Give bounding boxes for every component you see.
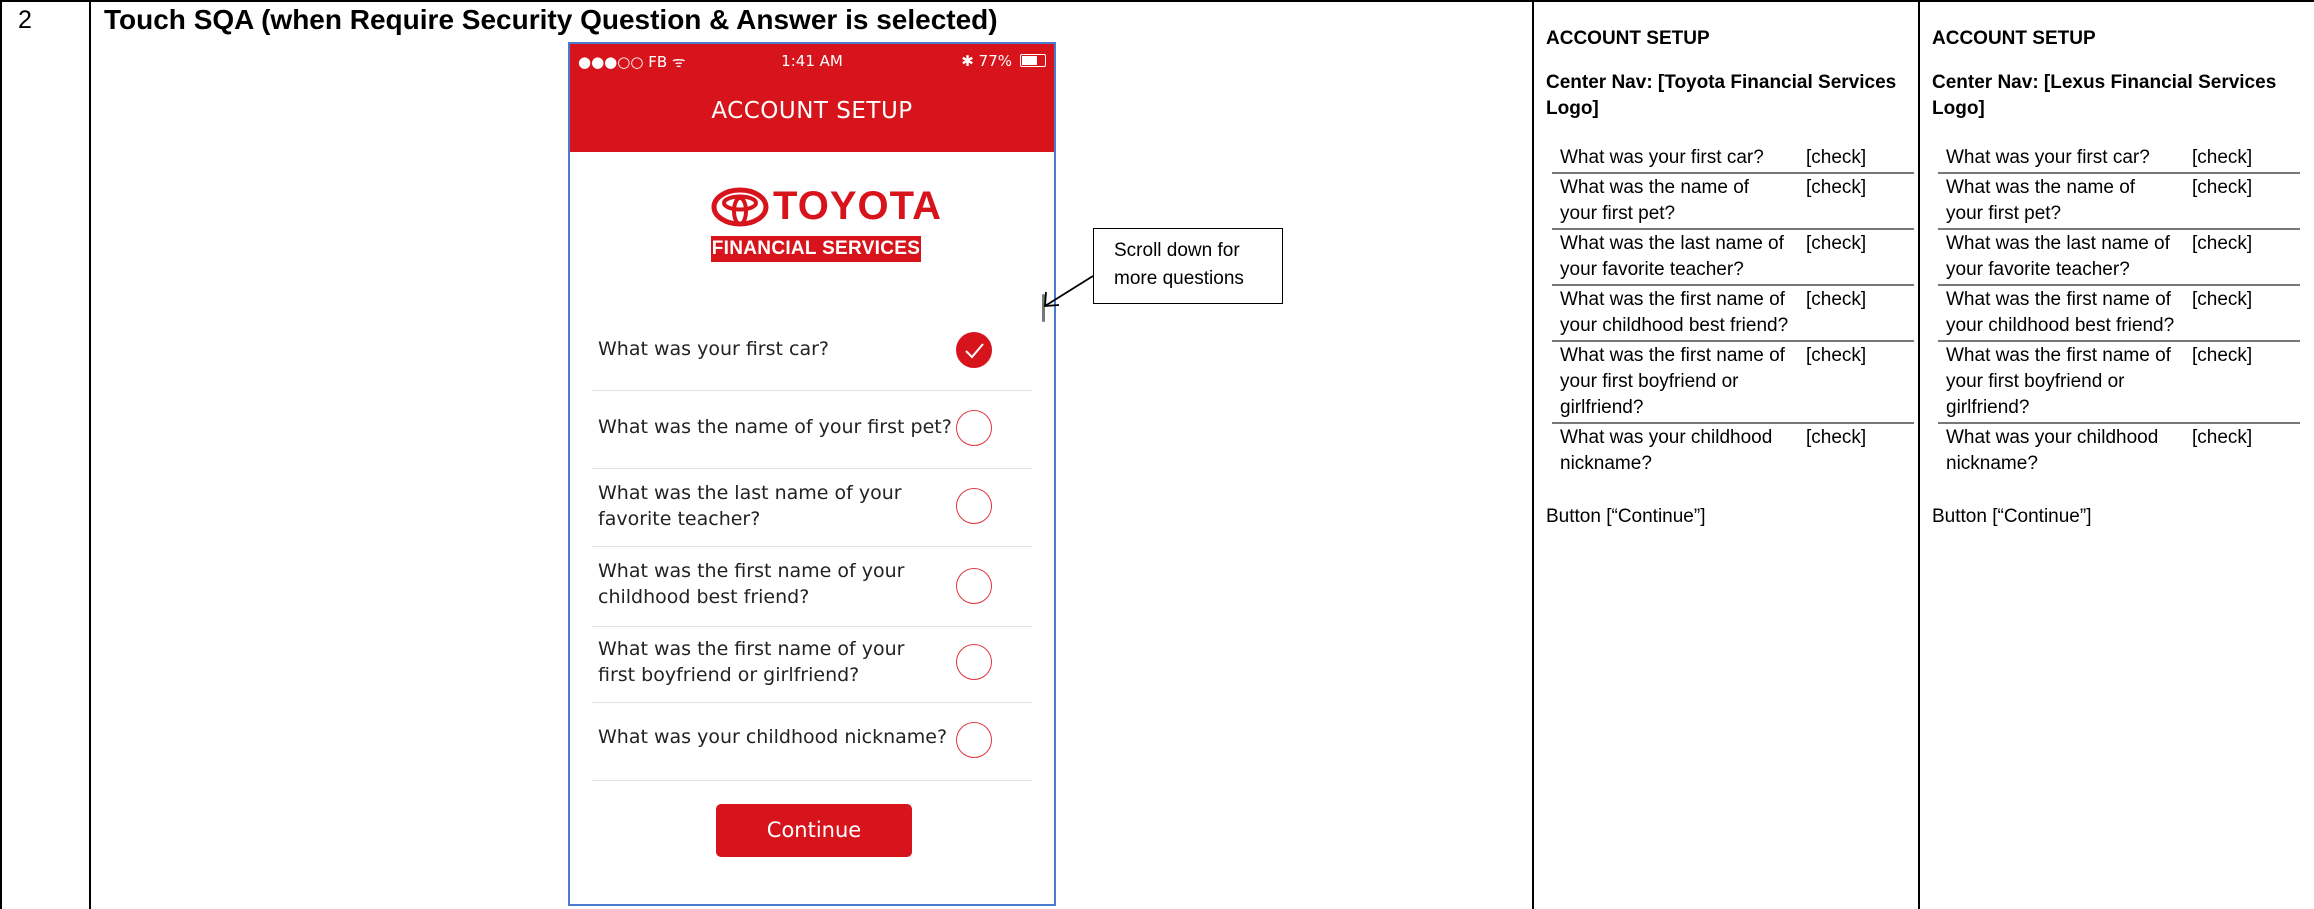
spec-column-lexus: ACCOUNT SETUP Center Nav: [Lexus Financi… [1932, 28, 2302, 528]
logo-subtitle: FINANCIAL SERVICES [711, 236, 921, 262]
spec-control: [check] [2184, 285, 2300, 342]
arrow-left-icon [1044, 275, 1094, 307]
table-row: What was your childhood nickname? [check] [1938, 423, 2300, 478]
table-row: What was the first name of your first bo… [1938, 341, 2300, 424]
spec-control: [check] [2184, 144, 2300, 174]
spec-control: [check] [2184, 229, 2300, 286]
question-label: What was the first name of your childhoo… [598, 560, 905, 608]
logo-wordmark: TOYOTA [773, 184, 942, 228]
table-row: What was the last name of your favorite … [1552, 229, 1914, 286]
annotation-callout: Scroll down for more questions [1093, 228, 1283, 304]
table-row: What was the first name of your childhoo… [1938, 285, 2300, 342]
table-row: What was the name of your first pet? [che… [1938, 173, 2300, 230]
column-divider-1 [89, 0, 91, 909]
question-row[interactable]: What was the first name of your childhoo… [592, 546, 1032, 627]
column-divider-2 [1532, 0, 1534, 909]
column-divider-3 [1918, 0, 1920, 909]
spec-question: What was your childhood nickname? [1946, 427, 2159, 474]
question-label: What was your childhood nickname? [598, 726, 948, 748]
spec-question-table: What was your first car? [check] What was… [1938, 144, 2300, 478]
spec-title: ACCOUNT SETUP [1932, 28, 2096, 49]
battery-level [1022, 56, 1037, 65]
spec-question: What was your first car? [1938, 144, 2184, 174]
phone-header: ●●●○○ FB ᯤ 1:41 AM ✱ 77% ACCOUNT SETUP [570, 44, 1054, 152]
question-row[interactable]: What was the name of your first pet? [592, 390, 1032, 469]
spec-button: Button [“Continue”] [1932, 506, 2092, 527]
continue-button[interactable]: Continue [716, 804, 912, 857]
spec-question: What was the last name of your favorite … [1552, 229, 1798, 286]
spec-column-toyota: ACCOUNT SETUP Center Nav: [Toyota Financ… [1546, 28, 1916, 528]
spec-button: Button [“Continue”] [1546, 506, 1706, 527]
question-label: What was your first car? [598, 338, 829, 360]
table-row: What was the first name of your childhoo… [1552, 285, 1914, 342]
spec-control: [check] [1798, 341, 1914, 424]
spec-question-table: What was your first car? [check] What was… [1552, 144, 1914, 478]
spec-control: [check] [1806, 427, 1867, 448]
checkmark-icon [965, 343, 984, 359]
phone-mockup: ●●●○○ FB ᯤ 1:41 AM ✱ 77% ACCOUNT SETUP T… [568, 42, 1056, 906]
row-number: 2 [18, 6, 32, 34]
table-row: What was the last name of your favorite … [1938, 229, 2300, 286]
spec-center-nav: Center Nav: [Toyota Financial Services L… [1546, 72, 1897, 119]
spec-question: What was the first name of your first bo… [1552, 341, 1798, 424]
table-row: What was your childhood nickname? [check] [1552, 423, 1914, 478]
spec-control: [check] [2184, 173, 2300, 230]
question-row[interactable]: What was your childhood nickname? [592, 702, 1032, 781]
table-row: What was the first name of your first bo… [1552, 341, 1914, 424]
spec-control: [check] [2192, 427, 2253, 448]
spec-title: ACCOUNT SETUP [1546, 28, 1710, 49]
question-checkbox[interactable] [956, 722, 992, 758]
question-checkbox[interactable] [956, 410, 992, 446]
spec-question: What was the last name of your favorite … [1938, 229, 2184, 286]
spec-question: What was the first name of your first bo… [1938, 341, 2184, 424]
battery-icon [1020, 54, 1046, 67]
spec-control: [check] [1798, 229, 1914, 286]
screen-title: ACCOUNT SETUP [711, 98, 913, 124]
row-heading: Touch SQA (when Require Security Questio… [104, 4, 998, 35]
table-row: What was your first car? [check] [1552, 144, 1914, 174]
question-row[interactable]: What was the last name of your favorite … [592, 468, 1032, 547]
question-checkbox[interactable] [956, 568, 992, 604]
spec-center-nav: Center Nav: [Lexus Financial Services Lo… [1932, 72, 2277, 119]
spec-question: What was the first name of your childhoo… [1552, 285, 1798, 342]
spec-control: [check] [1798, 144, 1914, 174]
table-row: What was your first car? [check] [1938, 144, 2300, 174]
spec-question: What was your first car? [1552, 144, 1798, 174]
spec-control: [check] [1798, 173, 1914, 230]
question-checkbox[interactable] [956, 644, 992, 680]
question-label: What was the last name of your favorite … [598, 482, 902, 530]
spec-document: 2 Touch SQA (when Require Security Quest… [0, 0, 2314, 909]
question-label: What was the name of your first pet? [598, 416, 952, 438]
table-top-border [0, 0, 2314, 2]
spec-control: [check] [2184, 341, 2300, 424]
table-row: What was the name of your first pet? [che… [1552, 173, 1914, 230]
toyota-emblem-icon [711, 187, 769, 227]
bluetooth-icon: ✱ [961, 52, 974, 70]
toyota-financial-logo: TOYOTA FINANCIAL SERVICES [711, 184, 941, 268]
spec-question: What was the name of your first pet? [1552, 173, 1798, 230]
spec-control: [check] [1798, 285, 1914, 342]
spec-question: What was your childhood nickname? [1560, 427, 1773, 474]
question-checkbox-checked[interactable] [956, 332, 992, 368]
battery-percent: 77% [978, 52, 1012, 70]
status-battery-text: ✱ 77% [961, 52, 1012, 70]
question-label: What was the first name of your first bo… [598, 638, 905, 686]
spec-question: What was the first name of your childhoo… [1938, 285, 2184, 342]
table-border-left [0, 0, 2, 909]
question-row[interactable]: What was the first name of your first bo… [592, 626, 1032, 703]
spec-question: What was the name of your first pet? [1938, 173, 2184, 230]
question-checkbox[interactable] [956, 488, 992, 524]
question-row[interactable]: What was your first car? [592, 310, 1032, 391]
